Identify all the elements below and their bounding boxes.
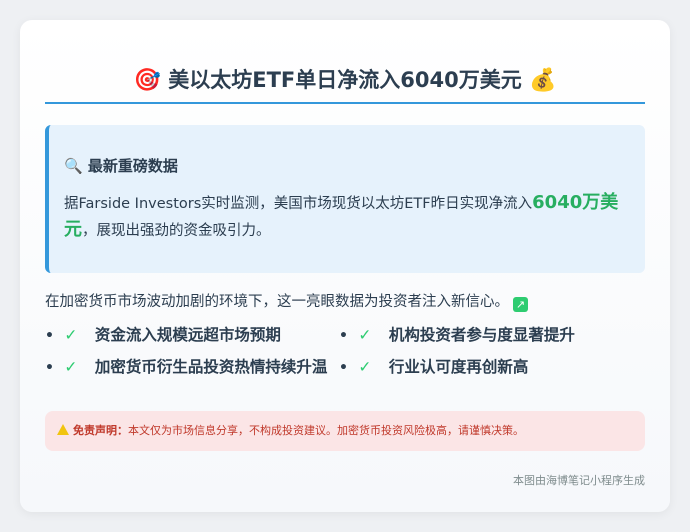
money-bag-icon: 💰: [529, 68, 557, 93]
disclaimer-text: 本文仅为市场信息分享，不构成投资建议。加密货币投资风险极高，请谨慎决策。: [128, 424, 524, 437]
highlight-body-text: 据Farside Investors实时监测，美国市场现货以太坊ETF昨日实现净…: [64, 196, 533, 212]
chart-up-icon: ↗: [513, 297, 528, 312]
bullet-icon: •: [339, 360, 348, 376]
highlight-heading: 🔍 最新重磅数据: [64, 155, 627, 176]
feature-text: 机构投资者参与度显著提升: [388, 326, 575, 344]
target-icon: 🎯: [133, 68, 161, 93]
intro-text: 在加密货币市场波动加剧的环境下，这一亮眼数据为投资者注入新信心。: [45, 294, 509, 310]
footer-credit: 本图由海博笔记小程序生成: [513, 474, 645, 487]
intro-paragraph: 在加密货币市场波动加剧的环境下，这一亮眼数据为投资者注入新信心。 ↗: [45, 290, 645, 312]
check-icon: ✓: [64, 358, 78, 376]
magnifier-icon: 🔍: [64, 157, 83, 175]
check-icon: ✓: [358, 358, 372, 376]
feature-text: 行业认可度再创新高: [388, 358, 529, 376]
list-item: • ✓ 加密货币衍生品投资热情持续升温: [45, 355, 339, 379]
feature-text: 资金流入规模远超市场预期: [94, 326, 281, 344]
disclaimer-box: 免责声明：本文仅为市场信息分享，不构成投资建议。加密货币投资风险极高，请谨慎决策…: [45, 411, 645, 451]
title-divider: [45, 102, 645, 104]
list-item: • ✓ 行业认可度再创新高: [339, 355, 633, 379]
highlight-heading-text: 最新重磅数据: [87, 157, 178, 175]
highlight-box: 🔍 最新重磅数据 据Farside Investors实时监测，美国市场现货以太…: [45, 125, 645, 273]
bullet-icon: •: [45, 360, 54, 376]
bullet-icon: •: [45, 328, 54, 344]
bullet-icon: •: [339, 328, 348, 344]
check-icon: ✓: [358, 326, 372, 344]
list-item: • ✓ 资金流入规模远超市场预期: [45, 323, 339, 347]
highlight-body-tail: ，展现出强劲的资金吸引力。: [82, 223, 271, 239]
check-icon: ✓: [64, 326, 78, 344]
highlight-body: 据Farside Investors实时监测，美国市场现货以太坊ETF昨日实现净…: [64, 190, 627, 244]
feature-text: 加密货币衍生品投资热情持续升温: [94, 358, 328, 376]
list-item: • ✓ 机构投资者参与度显著提升: [339, 323, 633, 347]
disclaimer-label: 免责声明：: [73, 424, 128, 437]
warning-icon: [57, 424, 69, 435]
content-card: 🎯 美以太坊ETF单日净流入6040万美元 💰 🔍 最新重磅数据 据Farsid…: [20, 20, 670, 512]
feature-list: • ✓ 资金流入规模远超市场预期 • ✓ 机构投资者参与度显著提升 • ✓ 加密…: [45, 323, 645, 379]
page-title: 🎯 美以太坊ETF单日净流入6040万美元 💰: [45, 64, 645, 94]
title-text: 美以太坊ETF单日净流入6040万美元: [168, 68, 522, 92]
